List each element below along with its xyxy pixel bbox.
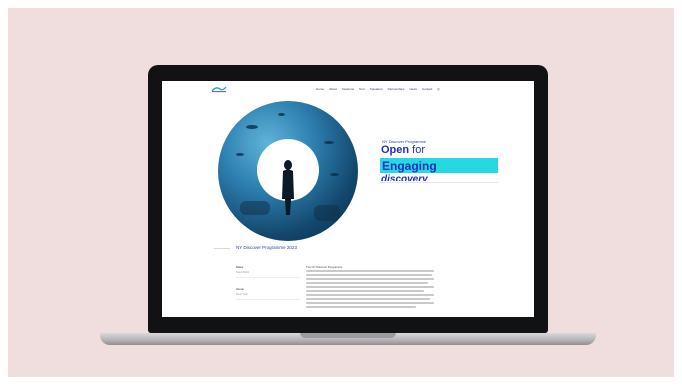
nav-home[interactable]: Home [316,87,324,91]
fish-shape [236,153,244,156]
nav-contact[interactable]: Contact [422,87,432,91]
fish-shape [324,141,334,144]
sidebar-label-venue: Venue [236,287,244,291]
text-line [306,278,434,280]
sidebar-label-dates: Dates [236,265,244,269]
laptop-notch [300,333,396,338]
fish-shape [246,125,258,129]
sidebar-value-dates: Sept 2023 [236,270,249,274]
nav-news[interactable]: News [409,87,417,91]
hero-headline-rest: for [409,144,426,156]
fish-shape [330,173,339,176]
nav-sessions[interactable]: Sessions [342,87,354,91]
fish-shape [240,201,270,215]
diver-silhouette-icon [282,160,294,215]
search-icon[interactable]: Q [437,87,439,91]
nav-partnerships[interactable]: Partnerships [388,87,405,91]
text-line [306,294,434,296]
laptop-lid: Home About Sessions Tour Speakers Partne… [148,65,548,333]
website-screen: Home About Sessions Tour Speakers Partne… [162,81,534,317]
hero-headline-line2: Engaging [382,159,437,173]
fish-shape [314,205,340,221]
text-line [306,274,432,276]
body-lead: The NY Discover Programme [306,265,343,269]
section-title: NY Discover Programme 2023 [236,245,297,250]
divider [236,299,300,300]
text-line [306,282,428,284]
text-line [306,290,424,292]
text-line [306,286,434,288]
hero-headline-line3: discovery [381,174,428,181]
hero-headline-line1: Open for [381,144,425,156]
sidebar-value-venue: New York [236,292,248,296]
text-line [306,270,434,272]
divider [236,277,300,278]
logo-icon[interactable] [210,85,228,93]
divider [380,182,498,183]
hero-headline-highlight: Engaging [380,158,498,173]
hero-headline-bold: Open [381,144,410,156]
nav-about[interactable]: About [329,87,337,91]
text-line [306,298,430,300]
fish-shape [278,113,285,116]
text-line [306,302,434,304]
nav-tour[interactable]: Tour [359,87,365,91]
top-nav: Home About Sessions Tour Speakers Partne… [316,87,440,91]
nav-speakers[interactable]: Speakers [370,87,383,91]
text-line [306,306,416,308]
divider [214,248,230,249]
